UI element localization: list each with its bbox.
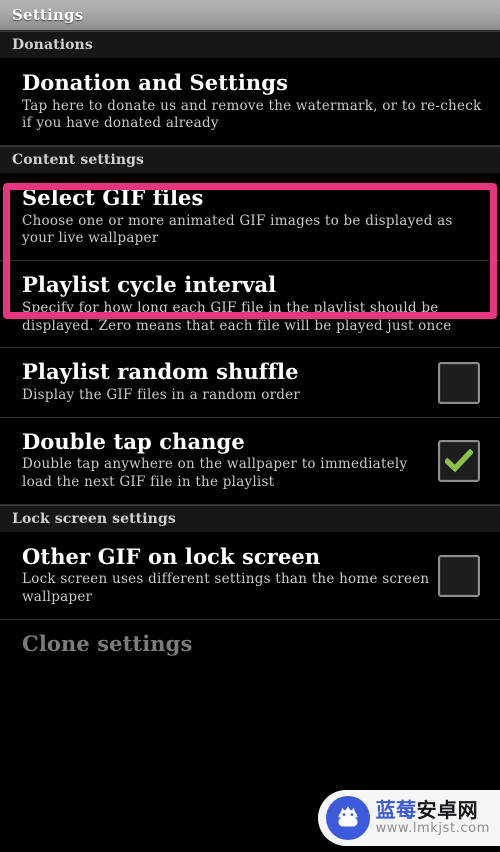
checkbox-wrapper: [430, 439, 488, 482]
pref-summary: Double tap anywhere on the wallpaper to …: [22, 456, 408, 491]
section-header-lock-screen-settings: Lock screen settings: [0, 504, 500, 533]
pref-title: Double tap change: [22, 428, 245, 454]
watermark-url: www.lmkjst.com: [375, 820, 490, 836]
watermark-brand: 蓝莓安卓网: [375, 797, 490, 822]
pref-playlist-cycle-interval[interactable]: Playlist cycle interval Specify for how …: [0, 261, 500, 349]
pref-summary: Choose one or more animated GIF images t…: [22, 212, 453, 247]
pref-title: Playlist cycle interval: [22, 272, 277, 298]
settings-screen: Settings Donations Donation and Settings…: [0, 0, 500, 852]
checkmark-icon: [445, 448, 473, 473]
section-header-label: Lock screen settings: [12, 510, 176, 527]
pref-other-gif-on-lock-screen[interactable]: Other GIF on lock screen Lock screen use…: [0, 532, 500, 621]
pref-text: Select GIF files Choose one or more anim…: [22, 186, 488, 248]
android-robot-icon: [325, 796, 370, 840]
pref-double-tap-change[interactable]: Double tap change Double tap anywhere on…: [0, 417, 500, 505]
section-header-donations: Donations: [0, 31, 500, 59]
checkbox-double-tap-change[interactable]: [438, 439, 480, 482]
pref-text: Other GIF on lock screen Lock screen use…: [22, 545, 430, 607]
pref-summary: Tap here to donate us and remove the wat…: [22, 97, 482, 132]
section-header-label: Donations: [12, 37, 93, 53]
pref-title: Other GIF on lock screen: [22, 543, 321, 569]
pref-summary: Display the GIF files in a random order: [22, 386, 301, 403]
pref-text: Clone settings: [22, 632, 488, 659]
watermark-text: 蓝莓安卓网 www.lmkjst.com: [375, 797, 496, 837]
section-header-label: Content settings: [12, 152, 145, 169]
pref-clone-settings[interactable]: Clone settings: [0, 620, 500, 681]
pref-title: Donation and Settings: [22, 70, 289, 95]
pref-text: Double tap change Double tap anywhere on…: [22, 430, 430, 492]
pref-text: Playlist cycle interval Specify for how …: [22, 273, 488, 335]
pref-title: Select GIF files: [22, 185, 204, 211]
page-title: Settings: [12, 6, 84, 24]
watermark-brand-blue: 蓝莓: [375, 797, 417, 822]
pref-donation-and-settings[interactable]: Donation and Settings Tap here to donate…: [0, 59, 500, 147]
title-bar: Settings: [0, 0, 500, 31]
pref-text: Donation and Settings Tap here to donate…: [22, 71, 488, 133]
pref-summary: Lock screen uses different settings than…: [22, 571, 430, 606]
checkbox-playlist-random-shuffle[interactable]: [438, 361, 480, 404]
pref-select-gif-files[interactable]: Select GIF files Choose one or more anim…: [0, 174, 500, 262]
checkbox-wrapper: [430, 554, 488, 597]
watermark: 蓝莓安卓网 www.lmkjst.com: [317, 790, 500, 846]
checkbox-other-gif-on-lock-screen[interactable]: [438, 554, 480, 597]
checkbox-wrapper: [430, 361, 488, 404]
watermark-brand-dark: 安卓网: [416, 797, 479, 822]
section-header-content-settings: Content settings: [0, 146, 500, 175]
pref-title: Playlist random shuffle: [22, 359, 299, 385]
pref-title: Clone settings: [22, 631, 193, 657]
pref-playlist-random-shuffle[interactable]: Playlist random shuffle Display the GIF …: [0, 348, 500, 418]
pref-summary: Specify for how long each GIF file in th…: [22, 299, 452, 334]
pref-text: Playlist random shuffle Display the GIF …: [22, 360, 430, 404]
